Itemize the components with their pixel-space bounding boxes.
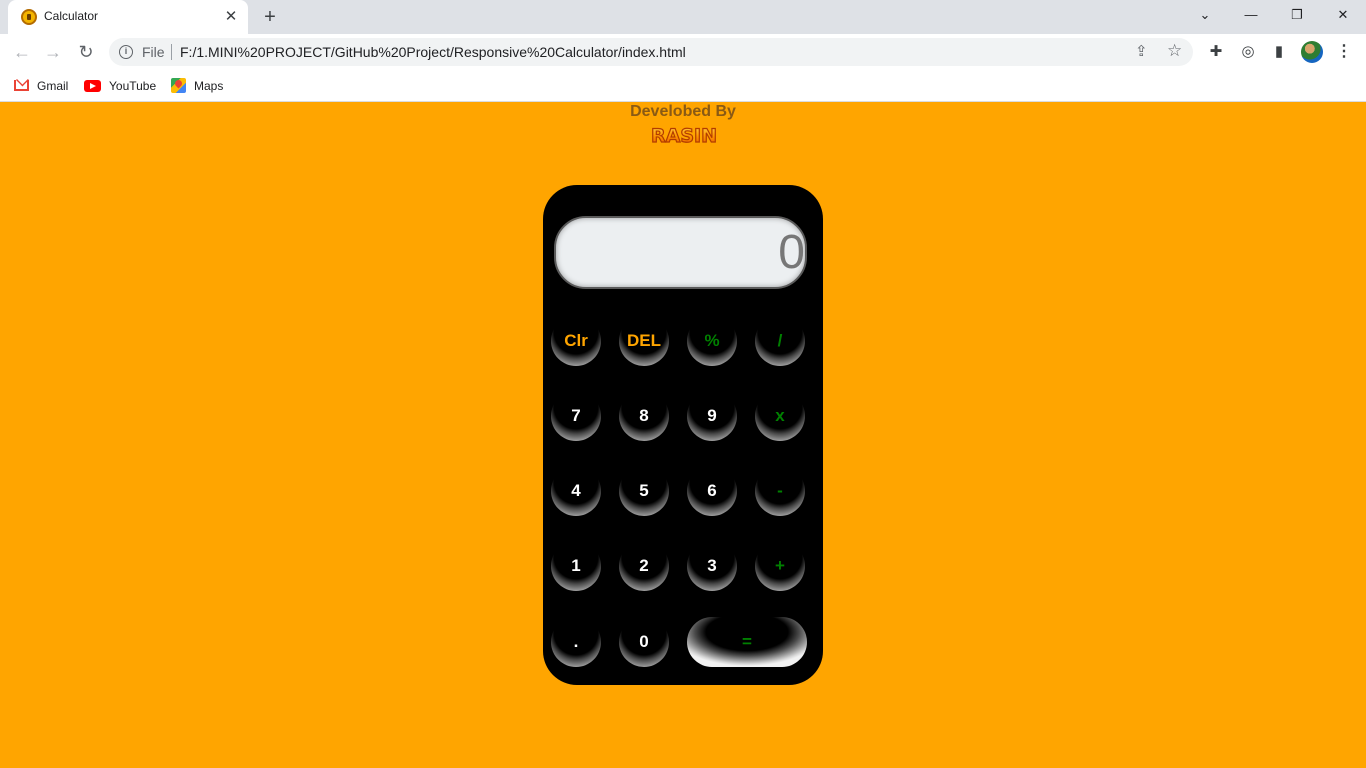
digit-2-button[interactable]: 2 bbox=[619, 541, 669, 591]
site-info-icon[interactable]: i bbox=[119, 45, 133, 59]
reload-icon[interactable]: ↻ bbox=[71, 37, 101, 67]
url-scheme: File bbox=[142, 44, 165, 60]
calculator: 0 Clr DEL % / 7 8 9 x 4 5 6 - 1 2 3 + . … bbox=[543, 185, 823, 685]
bookmark-gmail[interactable]: Gmail bbox=[14, 76, 68, 96]
multiply-button[interactable]: x bbox=[755, 391, 805, 441]
tab-title: Calculator bbox=[44, 9, 99, 23]
digit-5-button[interactable]: 5 bbox=[619, 466, 669, 516]
calculator-favicon-icon bbox=[21, 9, 37, 25]
new-tab-button[interactable]: + bbox=[258, 5, 282, 29]
bookmark-youtube[interactable]: YouTube bbox=[84, 76, 156, 96]
performance-icon[interactable]: ◎ bbox=[1237, 41, 1259, 63]
display-value: 0 bbox=[778, 226, 805, 279]
browser-toolbar: ← → ↻ i File F:/1.MINI%20PROJECT/GitHub%… bbox=[0, 34, 1366, 70]
back-icon[interactable]: ← bbox=[7, 37, 37, 67]
digit-3-button[interactable]: 3 bbox=[687, 541, 737, 591]
logo-text: RASIN bbox=[651, 125, 717, 147]
maps-icon bbox=[171, 78, 186, 94]
page-body: Develobed By RASIN 0 Clr DEL % / 7 8 9 x… bbox=[0, 103, 1366, 768]
youtube-icon bbox=[84, 79, 101, 92]
close-window-button[interactable]: ✕ bbox=[1320, 0, 1366, 30]
developed-by-label: Develobed By bbox=[630, 103, 736, 120]
digit-0-button[interactable]: 0 bbox=[619, 617, 669, 667]
menu-icon[interactable]: ⋮ bbox=[1333, 41, 1355, 63]
share-icon[interactable]: ⇪ bbox=[1135, 42, 1148, 60]
equals-button[interactable]: = bbox=[687, 617, 807, 667]
digit-6-button[interactable]: 6 bbox=[687, 466, 737, 516]
delete-button[interactable]: DEL bbox=[619, 316, 669, 366]
digit-9-button[interactable]: 9 bbox=[687, 391, 737, 441]
minimize-button[interactable]: — bbox=[1228, 0, 1274, 30]
digit-8-button[interactable]: 8 bbox=[619, 391, 669, 441]
forward-icon[interactable]: → bbox=[38, 37, 68, 67]
divide-button[interactable]: / bbox=[755, 316, 805, 366]
tab-strip: Calculator ✕ + ⌄ — ❐ ✕ bbox=[0, 0, 1366, 34]
digit-4-button[interactable]: 4 bbox=[551, 466, 601, 516]
bookmark-label: Gmail bbox=[37, 79, 69, 93]
close-tab-icon[interactable]: ✕ bbox=[222, 8, 240, 26]
bookmark-maps[interactable]: Maps bbox=[171, 76, 223, 96]
tab-search-icon[interactable]: ⌄ bbox=[1182, 0, 1228, 30]
calculator-display: 0 bbox=[554, 216, 807, 289]
plus-button[interactable]: + bbox=[755, 541, 805, 591]
browser-tab[interactable]: Calculator ✕ bbox=[8, 0, 248, 34]
address-bar[interactable]: i File F:/1.MINI%20PROJECT/GitHub%20Proj… bbox=[109, 38, 1193, 66]
bookmark-label: Maps bbox=[194, 79, 224, 93]
bookmark-star-icon[interactable]: ☆ bbox=[1167, 41, 1182, 61]
profile-avatar[interactable] bbox=[1301, 41, 1323, 63]
bookmark-label: YouTube bbox=[109, 79, 157, 93]
digit-1-button[interactable]: 1 bbox=[551, 541, 601, 591]
clear-button[interactable]: Clr bbox=[551, 316, 601, 366]
url-text[interactable]: F:/1.MINI%20PROJECT/GitHub%20Project/Res… bbox=[180, 44, 686, 60]
decimal-button[interactable]: . bbox=[551, 617, 601, 667]
url-separator bbox=[171, 44, 172, 60]
minus-button[interactable]: - bbox=[755, 466, 805, 516]
percent-button[interactable]: % bbox=[687, 316, 737, 366]
extensions-icon[interactable]: ✚ bbox=[1205, 41, 1227, 63]
bookmarks-bar: Gmail YouTube Maps bbox=[0, 70, 1366, 102]
side-panel-icon[interactable]: ▮ bbox=[1268, 41, 1290, 63]
restore-button[interactable]: ❐ bbox=[1274, 0, 1320, 30]
gmail-icon bbox=[14, 80, 29, 92]
digit-7-button[interactable]: 7 bbox=[551, 391, 601, 441]
developer-logo: RASIN bbox=[651, 123, 717, 147]
